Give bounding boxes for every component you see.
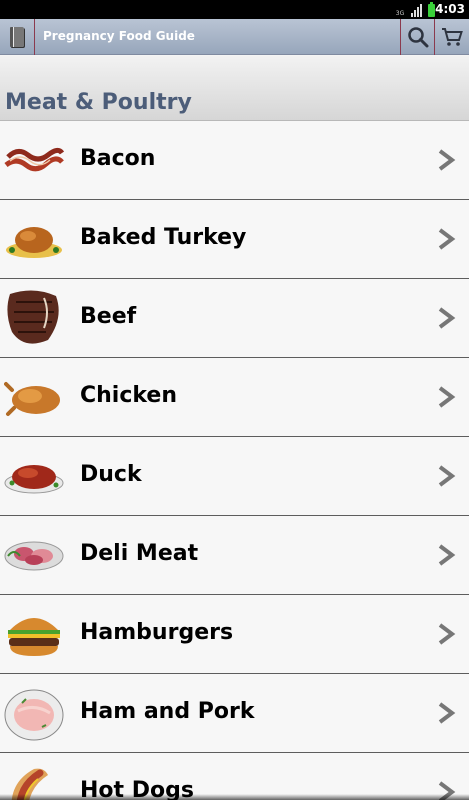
- chevron-right-icon: [438, 702, 456, 724]
- status-bar: 3G 4:03: [0, 0, 469, 19]
- item-label: Hamburgers: [80, 620, 234, 645]
- list-item-baked-turkey[interactable]: Baked Turkey: [0, 200, 469, 279]
- book-icon: [10, 27, 24, 47]
- search-icon: [407, 27, 428, 48]
- list-item-deli-meat[interactable]: Deli Meat: [0, 516, 469, 595]
- app-title: Pregnancy Food Guide: [43, 29, 195, 43]
- status-icons: 3G: [395, 2, 435, 17]
- chevron-right-icon: [438, 465, 456, 487]
- list-item-hamburgers[interactable]: Hamburgers: [0, 595, 469, 674]
- cart-button[interactable]: [434, 19, 469, 55]
- signal-icon: [411, 4, 422, 17]
- item-label: Beef: [80, 304, 137, 329]
- list-item-beef[interactable]: Beef: [0, 279, 469, 358]
- hamburger-icon: [8, 618, 60, 656]
- network-type: 3G: [395, 10, 405, 17]
- section-header: Meat & Poultry: [0, 56, 469, 121]
- item-label: Baked Turkey: [80, 225, 247, 250]
- battery-icon: [428, 2, 435, 17]
- chevron-right-icon: [438, 228, 456, 250]
- list-item-bacon[interactable]: Bacon: [0, 121, 469, 200]
- food-list: Bacon Baked Turkey Beef Chicken Duck Del…: [0, 121, 469, 800]
- cart-icon: [442, 28, 463, 46]
- item-label: Deli Meat: [80, 541, 199, 566]
- section-title: Meat & Poultry: [5, 90, 192, 115]
- item-label: Ham and Pork: [80, 699, 255, 724]
- clock: 4:03: [435, 2, 465, 16]
- duck-icon: [4, 465, 64, 494]
- chevron-right-icon: [438, 149, 456, 171]
- action-bar: Pregnancy Food Guide: [0, 19, 469, 55]
- list-item-chicken[interactable]: Chicken: [0, 358, 469, 437]
- app-home-button[interactable]: [0, 19, 35, 55]
- ham-icon: [4, 689, 64, 741]
- chicken-icon: [4, 382, 60, 416]
- search-button[interactable]: [400, 19, 434, 55]
- chevron-right-icon: [438, 386, 456, 408]
- chevron-right-icon: [438, 544, 456, 566]
- item-label: Duck: [80, 462, 142, 487]
- item-label: Chicken: [80, 383, 178, 408]
- beef-icon: [7, 290, 59, 344]
- list-item-ham-and-pork[interactable]: Ham and Pork: [0, 674, 469, 753]
- list-item-duck[interactable]: Duck: [0, 437, 469, 516]
- chevron-right-icon: [438, 307, 456, 329]
- turkey-icon: [6, 227, 62, 258]
- chevron-right-icon: [438, 623, 456, 645]
- deli-meat-icon: [4, 541, 64, 571]
- bacon-icon: [4, 147, 64, 172]
- list-item-hot-dogs[interactable]: Hot Dogs: [0, 753, 469, 800]
- item-label: Bacon: [80, 146, 156, 171]
- bottom-edge-shadow: [0, 794, 469, 800]
